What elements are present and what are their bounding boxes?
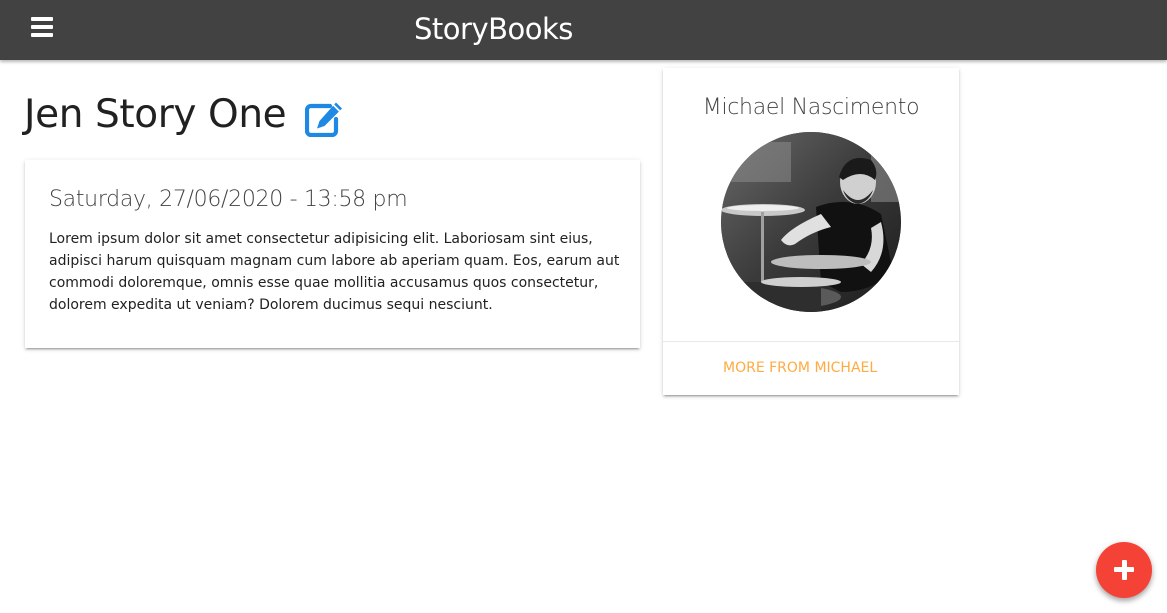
top-navbar: StoryBooks [0,0,1167,60]
author-avatar [721,132,901,312]
hamburger-menu-icon[interactable] [31,17,53,37]
author-name: Michael Nascimento [702,95,920,120]
story-card: Saturday, 27/06/2020 - 13:58 pm Lorem ip… [25,160,640,348]
edit-pencil-icon[interactable] [304,101,344,138]
more-from-author-link[interactable]: MORE FROM MICHAEL [723,360,877,376]
author-card: Michael Nascimento MORE FROM MICHAEL [663,68,959,395]
story-title: Jen Story One [24,92,287,137]
story-date: Saturday, 27/06/2020 - 13:58 pm [49,187,408,212]
card-divider [663,341,959,342]
brand-logo-link[interactable]: StoryBooks [414,12,573,46]
add-story-fab-button[interactable] [1096,542,1152,598]
story-body: Lorem ipsum dolor sit amet consectetur a… [49,231,620,313]
